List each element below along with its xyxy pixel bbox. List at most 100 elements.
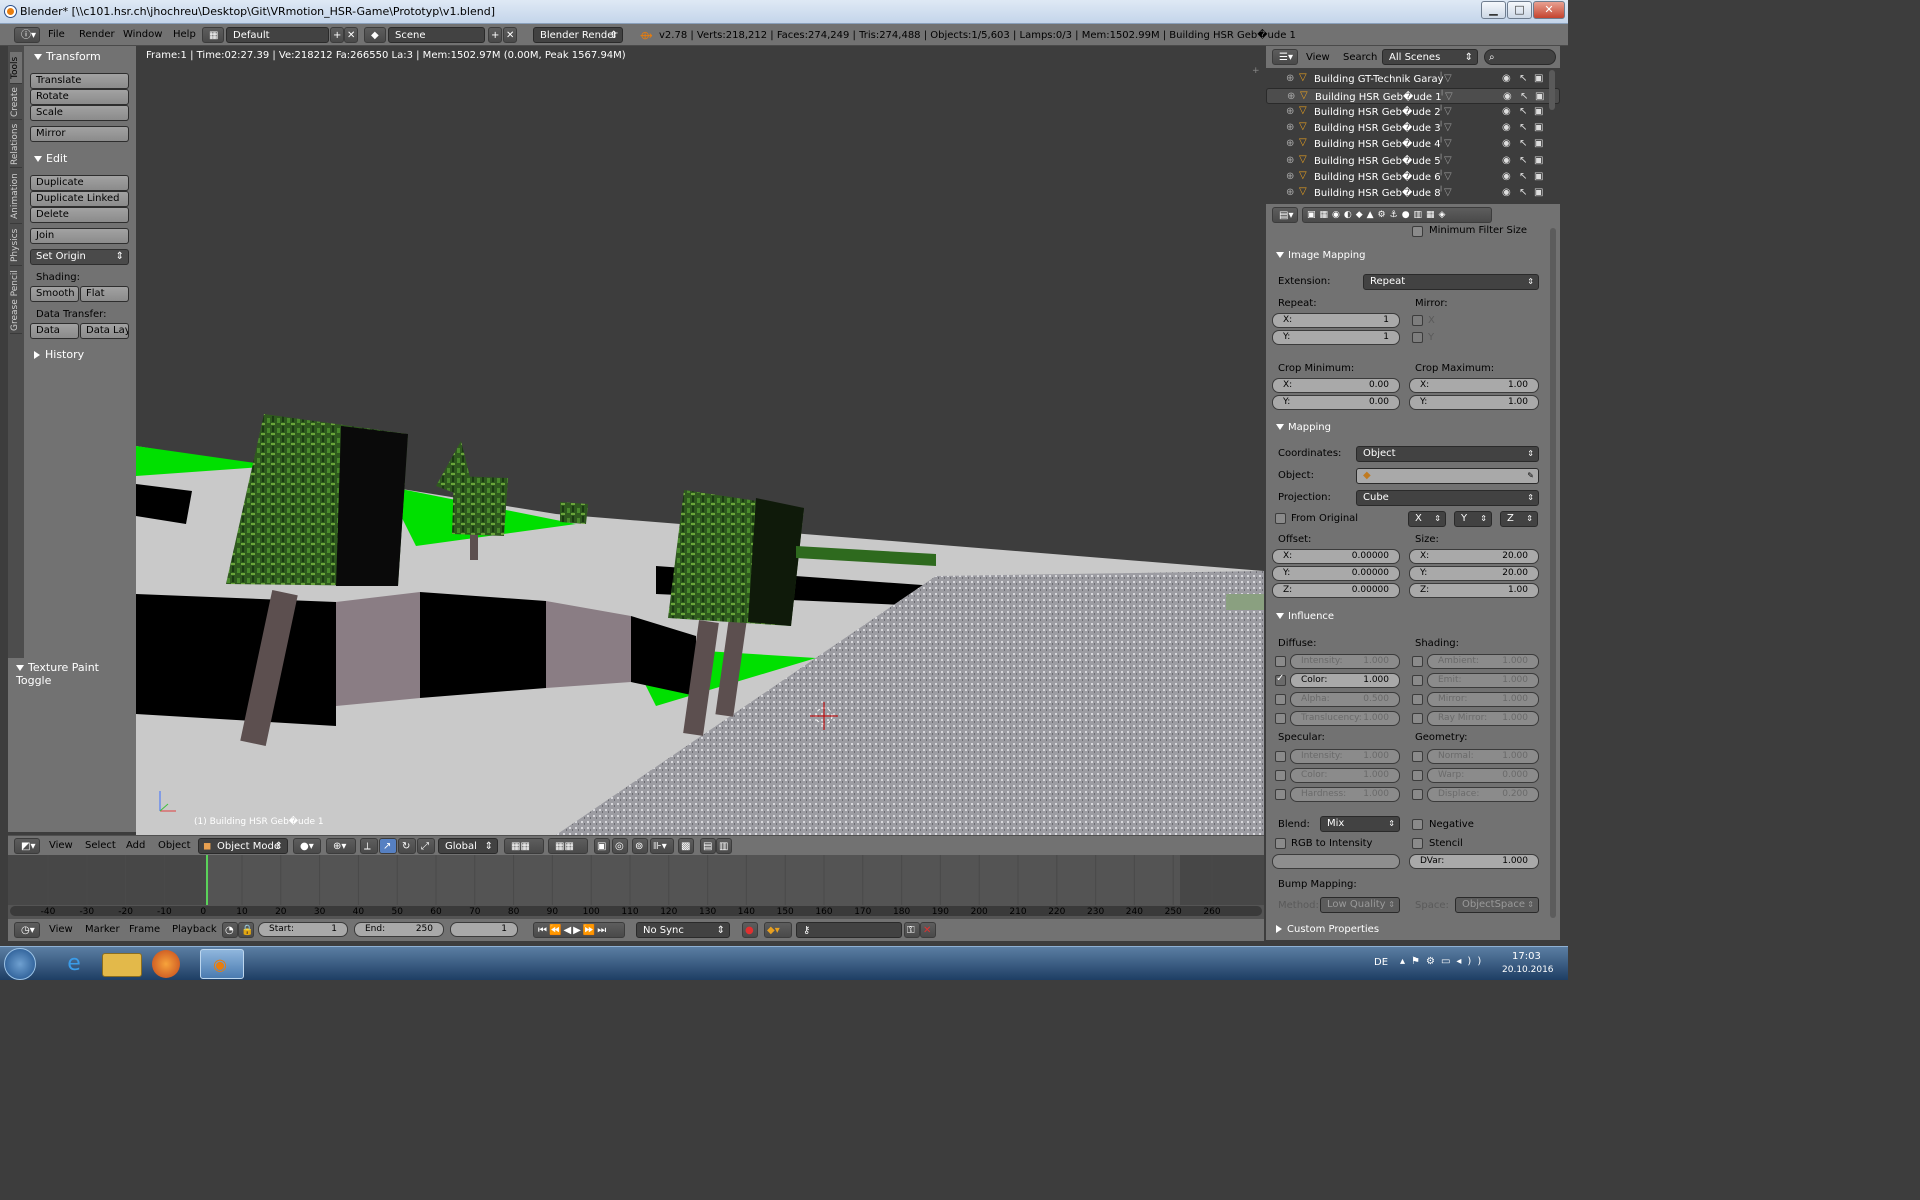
lock-layers-icon[interactable]: ▣ bbox=[594, 838, 610, 854]
visibility-eye-icon[interactable]: ◉ bbox=[1502, 171, 1511, 182]
mirror-checkbox[interactable] bbox=[1412, 694, 1423, 705]
mirror-y-checkbox[interactable] bbox=[1412, 332, 1423, 343]
mapping-panel-header[interactable]: Mapping bbox=[1276, 422, 1331, 433]
render-camera-icon[interactable]: ▣ bbox=[1534, 106, 1543, 117]
outliner-search-input[interactable]: ⌕ bbox=[1484, 49, 1556, 65]
displace-checkbox[interactable] bbox=[1412, 789, 1423, 800]
visibility-eye-icon[interactable]: ◉ bbox=[1502, 73, 1511, 84]
rgb-to-intensity-checkbox[interactable] bbox=[1275, 838, 1286, 849]
proportional-edit-icon[interactable]: ◎ bbox=[612, 838, 628, 854]
ray-mirror-field[interactable]: Ray Mirror: 1.000 bbox=[1427, 711, 1539, 726]
3d-viewport[interactable]: Frame:1 | Time:02:27.39 | Ve:218212 Fa:2… bbox=[136, 46, 1264, 835]
language-indicator[interactable]: DE bbox=[1374, 957, 1388, 968]
offset-y-field[interactable]: Y: 0.00000 bbox=[1272, 566, 1400, 581]
visibility-eye-icon[interactable]: ◉ bbox=[1502, 187, 1511, 198]
selectability-cursor-icon[interactable]: ↖ bbox=[1519, 155, 1527, 166]
scale-manipulator-icon[interactable]: ⤢ bbox=[417, 838, 435, 854]
display-mode-select[interactable]: All Scenes ⇕ bbox=[1382, 49, 1478, 65]
timeline[interactable]: -40 -30 -20 -10 0 10 20 30 40 50 60 70 80 90 100 110 120… bbox=[8, 855, 1264, 919]
manipulator-toggle-icon[interactable]: ⟂ bbox=[360, 838, 378, 854]
ambient-field[interactable]: Ambient: 1.000 bbox=[1427, 654, 1539, 669]
expand-plus-icon[interactable]: ⊕ bbox=[1286, 187, 1294, 198]
diffuse-color-field[interactable]: Color: 1.000 bbox=[1290, 673, 1400, 688]
diffuse-intensity-checkbox[interactable] bbox=[1275, 656, 1286, 667]
menu-help[interactable]: Help bbox=[173, 29, 196, 40]
menu-view[interactable]: View bbox=[49, 840, 73, 851]
expand-plus-icon[interactable]: ⊕ bbox=[1286, 138, 1294, 149]
layers-grid-2-icon[interactable]: ▦▦ bbox=[548, 838, 588, 854]
editor-type-outliner-icon[interactable]: ☰▾ bbox=[1272, 49, 1298, 65]
outliner-row[interactable]: ⊕ ▽ Building HSR Geb�ude 5 ╵▽ ◉ ↖ ▣ bbox=[1266, 154, 1560, 170]
properties-editor[interactable]: Minimum Filter Size Image Mapping Extens… bbox=[1266, 225, 1560, 940]
menu-object[interactable]: Object bbox=[158, 840, 191, 851]
from-original-checkbox[interactable] bbox=[1275, 513, 1286, 524]
keying-set-field[interactable]: ⚷ bbox=[796, 922, 902, 938]
offset-x-field[interactable]: X: 0.00000 bbox=[1272, 549, 1400, 564]
translate-button[interactable]: Translate bbox=[30, 73, 129, 89]
specular-intensity-checkbox[interactable] bbox=[1275, 751, 1286, 762]
outliner-row[interactable]: ⊕ ▽ Building HSR Geb�ude 2 ╵▽ ◉ ↖ ▣ bbox=[1266, 105, 1560, 121]
ray-mirror-checkbox[interactable] bbox=[1412, 713, 1423, 724]
delete-keyframe-icon[interactable]: ✕ bbox=[920, 922, 936, 938]
start-button[interactable] bbox=[4, 948, 36, 980]
size-z-field[interactable]: Z: 1.00 bbox=[1409, 583, 1539, 598]
scale-button[interactable]: Scale bbox=[30, 105, 129, 121]
menu-view[interactable]: View bbox=[49, 924, 73, 935]
viewport-plus-icon[interactable]: + bbox=[1252, 66, 1260, 76]
expand-plus-icon[interactable]: ⊕ bbox=[1286, 122, 1294, 133]
expand-plus-icon[interactable]: ⊕ bbox=[1286, 171, 1294, 182]
join-button[interactable]: Join bbox=[30, 228, 129, 244]
size-x-field[interactable]: X: 20.00 bbox=[1409, 549, 1539, 564]
outliner-row[interactable]: ⊕ ▽ Building HSR Geb�ude 1 ╵▽ ◉ ↖ ▣ bbox=[1266, 88, 1560, 105]
emit-checkbox[interactable] bbox=[1412, 675, 1423, 686]
expand-plus-icon[interactable]: ⊕ bbox=[1287, 90, 1295, 104]
specular-intensity-field[interactable]: Intensity: 1.000 bbox=[1290, 749, 1400, 764]
diffuse-translucency-field[interactable]: Translucency: 1.000 bbox=[1290, 711, 1400, 726]
menu-add[interactable]: Add bbox=[126, 840, 145, 851]
tab-grease-pencil[interactable]: Grease Pencil bbox=[10, 268, 22, 334]
object-field[interactable]: ◆ ✎ bbox=[1356, 468, 1539, 484]
image-mapping-panel-header[interactable]: Image Mapping bbox=[1276, 250, 1365, 261]
repeat-y-field[interactable]: Y: 1 bbox=[1272, 330, 1400, 345]
render-camera-icon[interactable]: ▣ bbox=[1534, 155, 1543, 166]
render-camera-icon[interactable]: ▣ bbox=[1534, 171, 1543, 182]
add-screen-icon[interactable]: + bbox=[330, 27, 344, 43]
viewport-shading-icon[interactable]: ●▾ bbox=[293, 838, 321, 854]
diffuse-intensity-field[interactable]: Intensity: 1.000 bbox=[1290, 654, 1400, 669]
close-button[interactable]: ✕ bbox=[1533, 1, 1565, 19]
firefox-icon[interactable] bbox=[152, 950, 180, 978]
influence-panel-header[interactable]: Influence bbox=[1276, 611, 1334, 622]
outliner-scrollbar[interactable] bbox=[1549, 70, 1555, 110]
snap-icon[interactable]: ⊚ bbox=[632, 838, 648, 854]
dvar-field[interactable]: DVar: 1.000 bbox=[1409, 854, 1539, 869]
visibility-eye-icon[interactable]: ◉ bbox=[1502, 122, 1511, 133]
edit-panel-header[interactable]: Edit bbox=[34, 152, 67, 165]
preview-range-icon[interactable]: ◔ bbox=[222, 922, 238, 938]
expand-plus-icon[interactable]: ⊕ bbox=[1286, 155, 1294, 166]
blender-taskbar-button[interactable]: ◉ bbox=[200, 949, 244, 979]
expand-plus-icon[interactable]: ⊕ bbox=[1286, 73, 1294, 84]
size-y-field[interactable]: Y: 20.00 bbox=[1409, 566, 1539, 581]
ambient-checkbox[interactable] bbox=[1412, 656, 1423, 667]
selectability-cursor-icon[interactable]: ↖ bbox=[1519, 187, 1527, 198]
playback-controls[interactable]: ⏮⏪◀▶⏩⏭ bbox=[533, 922, 625, 938]
hardness-field[interactable]: Hardness: 1.000 bbox=[1290, 787, 1400, 802]
layers-grid-1-icon[interactable]: ▦▦ bbox=[504, 838, 544, 854]
crop-max-y-field[interactable]: Y: 1.00 bbox=[1409, 395, 1539, 410]
diffuse-color-checkbox[interactable]: ✓ bbox=[1275, 673, 1286, 686]
color-swatch-field[interactable] bbox=[1272, 854, 1400, 869]
start-frame-field[interactable]: Start: 1 bbox=[258, 922, 348, 937]
transform-orientation-select[interactable]: Global ⇕ bbox=[438, 838, 498, 854]
diffuse-alpha-checkbox[interactable] bbox=[1275, 694, 1286, 705]
scene-icon[interactable]: ◆ bbox=[364, 27, 386, 43]
tab-create[interactable]: Create bbox=[10, 86, 22, 120]
crop-max-x-field[interactable]: X: 1.00 bbox=[1409, 378, 1539, 393]
menu-window[interactable]: Window bbox=[123, 29, 162, 40]
menu-frame[interactable]: Frame bbox=[129, 924, 160, 935]
selectability-cursor-icon[interactable]: ↖ bbox=[1519, 122, 1527, 133]
hardness-checkbox[interactable] bbox=[1275, 789, 1286, 800]
scene-field[interactable]: Scene bbox=[388, 27, 485, 43]
coordinates-select[interactable]: Object ⇕ bbox=[1356, 446, 1539, 462]
diffuse-translucency-checkbox[interactable] bbox=[1275, 713, 1286, 724]
tray-icons[interactable]: ▴⚑⚙▭◂)) bbox=[1400, 956, 1487, 967]
